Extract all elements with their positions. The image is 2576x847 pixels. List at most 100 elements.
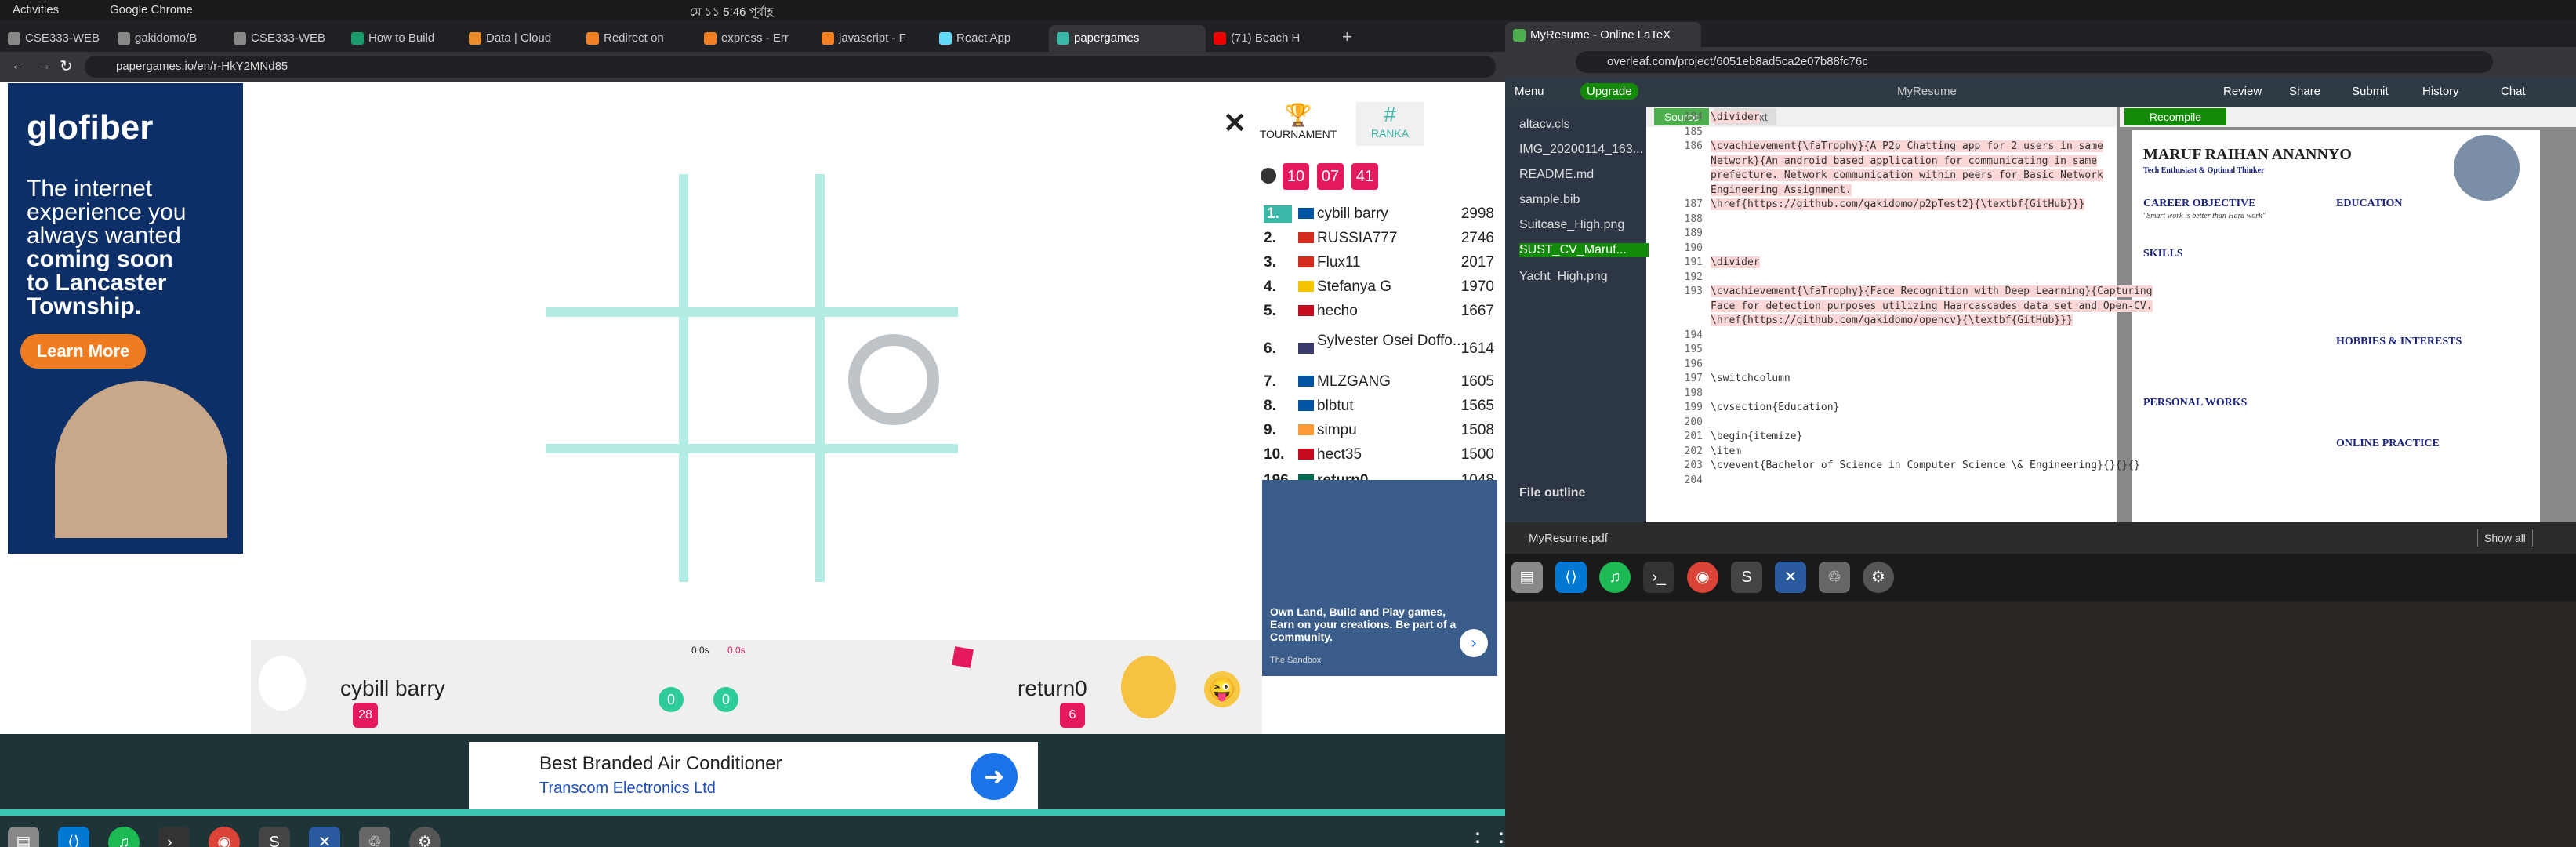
new-tab-button[interactable]: + bbox=[1342, 27, 1352, 47]
code-line[interactable]: \divider bbox=[1711, 111, 1760, 123]
share-button[interactable]: Share bbox=[2289, 85, 2320, 98]
ranking-row[interactable]: 1. cybill barry 2998 bbox=[1259, 202, 1494, 226]
code-line[interactable]: Network}{An android based application fo… bbox=[1711, 154, 2098, 167]
file-item[interactable]: sample.bib bbox=[1519, 193, 1580, 207]
code-line[interactable]: \begin{itemize} bbox=[1711, 431, 1802, 442]
tab[interactable]: React App bbox=[931, 25, 1049, 52]
vscode-icon[interactable]: ⟨⟩ bbox=[58, 827, 89, 847]
app-grid-icon[interactable]: ⋮⋮ bbox=[1466, 828, 1505, 847]
spotify-icon[interactable]: ♫ bbox=[1599, 562, 1631, 593]
settings-icon[interactable]: ⚙ bbox=[409, 827, 441, 847]
tool-icon[interactable]: ✕ bbox=[1775, 562, 1806, 593]
file-outline[interactable]: File outline bbox=[1519, 486, 1585, 500]
download-item[interactable]: MyResume.pdf bbox=[1529, 532, 1608, 545]
activities-button[interactable]: Activities bbox=[13, 3, 59, 16]
line-number: 189 bbox=[1684, 227, 1703, 239]
code-line[interactable]: \switchcolumn bbox=[1711, 373, 1791, 384]
tab[interactable]: express - Err bbox=[696, 25, 814, 52]
tab[interactable]: How to Build bbox=[343, 25, 461, 52]
file-item[interactable]: Yacht_High.png bbox=[1519, 270, 1608, 284]
player1-score: 0 bbox=[659, 687, 684, 712]
ranking-row[interactable]: 4. Stefanya G 1970 bbox=[1259, 275, 1494, 299]
ranking-row[interactable]: 9. simpu 1508 bbox=[1259, 419, 1494, 442]
glofiber-ad[interactable]: glofiber The internet experience you alw… bbox=[8, 83, 243, 554]
line-number: 188 bbox=[1684, 213, 1703, 225]
code-line[interactable]: \cvachievement{\faTrophy}{Face Recogniti… bbox=[1711, 285, 2153, 297]
trash-icon[interactable]: ♲ bbox=[359, 827, 390, 847]
board-line bbox=[815, 174, 825, 582]
tab[interactable]: CSE333-WEB bbox=[226, 25, 343, 52]
trash-icon[interactable]: ♲ bbox=[1819, 562, 1850, 593]
bottom-ad[interactable]: Best Branded Air Conditioner Transcom El… bbox=[469, 742, 1038, 812]
back-icon[interactable]: ← bbox=[11, 56, 27, 75]
ranking-row[interactable]: 10. hect35 1500 bbox=[1259, 443, 1494, 467]
ranking-row[interactable]: 5. hecho 1667 bbox=[1259, 300, 1494, 323]
show-all-button[interactable]: Show all bbox=[2477, 529, 2533, 547]
reload-icon[interactable]: ↻ bbox=[60, 56, 73, 76]
learn-more-button[interactable]: Learn More bbox=[20, 334, 146, 369]
ranking-row[interactable]: 8. blbtut 1565 bbox=[1259, 394, 1494, 418]
ranking-row[interactable]: 7. MLZGANG 1605 bbox=[1259, 370, 1494, 394]
forward-icon[interactable]: → bbox=[36, 56, 52, 75]
tab-active[interactable]: papergames bbox=[1049, 25, 1206, 52]
code-line[interactable]: \divider bbox=[1711, 256, 1760, 268]
files-icon[interactable]: ▤ bbox=[1511, 562, 1543, 593]
code-line[interactable]: \cvsection{Education} bbox=[1711, 402, 1839, 413]
menu-button[interactable]: Menu bbox=[1515, 85, 1544, 98]
upgrade-button[interactable]: Upgrade bbox=[1580, 83, 1638, 100]
arrow-right-icon[interactable]: ➜ bbox=[971, 753, 1018, 800]
address-bar[interactable]: overleaf.com/project/6051eb8ad5ca2e07b88… bbox=[1576, 51, 2493, 73]
close-icon[interactable]: ✕ bbox=[1223, 107, 1246, 140]
tab[interactable]: javascript - F bbox=[814, 25, 931, 52]
file-item-selected[interactable]: SUST_CV_Maruf... bbox=[1519, 243, 1649, 257]
file-item[interactable]: README.md bbox=[1519, 168, 1594, 182]
code-line[interactable]: prefecture. Network communication within… bbox=[1711, 169, 2103, 181]
files-icon[interactable]: ▤ bbox=[8, 827, 39, 847]
terminal-icon[interactable]: ›_ bbox=[158, 827, 190, 847]
code-line[interactable]: \item bbox=[1711, 445, 1741, 457]
board-cell[interactable] bbox=[688, 317, 815, 444]
terminal-icon[interactable]: ›_ bbox=[1643, 562, 1674, 593]
vscode-icon[interactable]: ⟨⟩ bbox=[1555, 562, 1587, 593]
sublime-icon[interactable]: S bbox=[1731, 562, 1762, 593]
recompile-button[interactable]: Recompile bbox=[2124, 108, 2226, 125]
code-line[interactable]: \cvevent{Bachelor of Science in Computer… bbox=[1711, 460, 2140, 471]
tool-icon[interactable]: ✕ bbox=[309, 827, 340, 847]
address-bar[interactable]: papergames.io/en/r-HkY2MNd85 bbox=[85, 56, 1496, 78]
ranking-row[interactable]: 6. Sylvester Osei Doffo... 1614 bbox=[1259, 329, 1494, 367]
code-line[interactable]: \href{https://github.com/gakidomo/opencv… bbox=[1711, 314, 2073, 326]
tab[interactable]: CSE333-WEB bbox=[0, 25, 110, 52]
chrome-icon[interactable]: ◉ bbox=[1687, 562, 1718, 593]
tournament-tab[interactable]: 🏆 TOURNAMENT bbox=[1259, 102, 1337, 146]
tab-active[interactable]: MyResume - Online LaTeX bbox=[1505, 22, 1701, 49]
ranking-row[interactable]: 3. Flux11 2017 bbox=[1259, 251, 1494, 274]
review-button[interactable]: Review bbox=[2223, 85, 2262, 98]
chrome-icon[interactable]: ◉ bbox=[209, 827, 240, 847]
file-item[interactable]: Suitcase_High.png bbox=[1519, 218, 1624, 232]
board-line bbox=[546, 307, 958, 317]
code-line[interactable]: Face for detection purposes utilizing Ha… bbox=[1711, 300, 2153, 312]
ranking-row[interactable]: 2. RUSSIA777 2746 bbox=[1259, 227, 1494, 250]
tab[interactable]: gakidomo/B bbox=[110, 25, 226, 52]
code-line[interactable]: \href{https://github.com/gakidomo/p2pTes… bbox=[1711, 198, 2085, 210]
history-button[interactable]: History bbox=[2422, 85, 2459, 98]
tab[interactable]: (71) Beach H bbox=[1206, 25, 1339, 52]
emoji-button[interactable]: 😜 bbox=[1204, 671, 1240, 707]
overleaf-icon bbox=[1513, 29, 1526, 42]
spotify-icon[interactable]: ♫ bbox=[108, 827, 140, 847]
tab[interactable]: Redirect on bbox=[579, 25, 696, 52]
chat-button[interactable]: Chat bbox=[2501, 85, 2526, 98]
sandbox-ad[interactable]: Own Land, Build and Play games, Earn on … bbox=[1262, 480, 1497, 676]
settings-icon[interactable]: ⚙ bbox=[1863, 562, 1894, 593]
tab-strip: CSE333-WEB gakidomo/B CSE333-WEB How to … bbox=[0, 20, 1505, 52]
ranking-tab[interactable]: # RANKA bbox=[1356, 102, 1424, 146]
code-line[interactable]: \cvachievement{\faTrophy}{A P2p Chatting… bbox=[1711, 140, 2103, 152]
tab[interactable]: Data | Cloud bbox=[461, 25, 579, 52]
file-item[interactable]: IMG_20200114_163... bbox=[1519, 143, 1643, 157]
sublime-icon[interactable]: S bbox=[259, 827, 290, 847]
project-name[interactable]: MyResume bbox=[1897, 85, 1957, 98]
submit-button[interactable]: Submit bbox=[2352, 85, 2389, 98]
code-line[interactable]: Engineering Assignment. bbox=[1711, 184, 1852, 196]
chevron-right-icon[interactable]: › bbox=[1460, 629, 1488, 657]
file-item[interactable]: altacv.cls bbox=[1519, 118, 1570, 132]
